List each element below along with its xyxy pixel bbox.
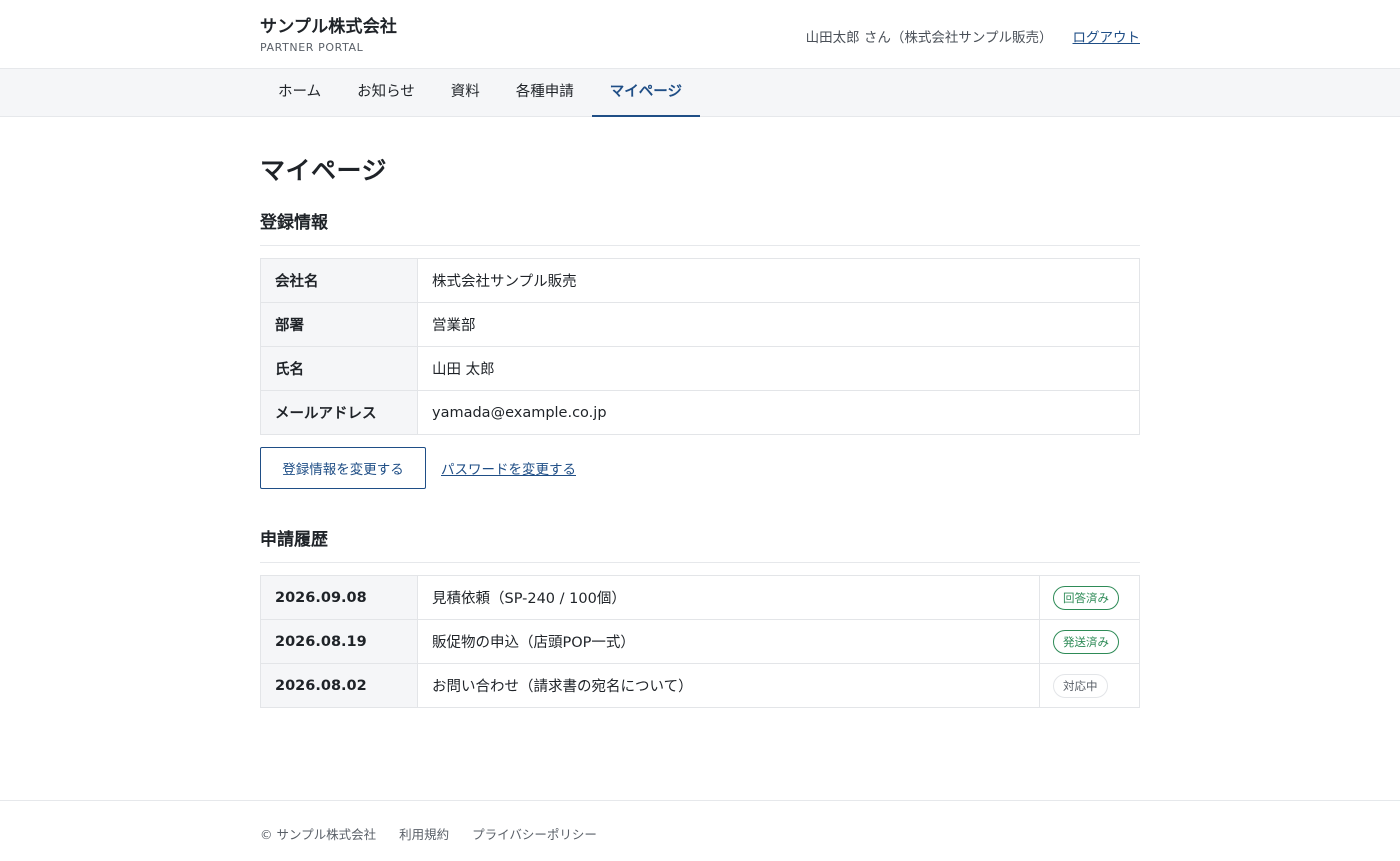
field-value-department: 営業部: [417, 302, 1140, 347]
history-title: 販促物の申込（店頭POP一式）: [417, 619, 1040, 664]
table-row: 会社名 株式会社サンプル販売: [260, 258, 1140, 303]
table-row[interactable]: 2026.08.19 販促物の申込（店頭POP一式） 発送済み: [260, 619, 1140, 664]
page-title: マイページ: [260, 156, 388, 185]
history-title: 見積依頼（SP-240 / 100個）: [417, 575, 1040, 620]
field-label-name: 氏名: [260, 346, 418, 391]
field-label-email: メールアドレス: [260, 390, 418, 435]
history-status-cell: 対応中: [1039, 663, 1140, 708]
table-row[interactable]: 2026.09.08 見積依頼（SP-240 / 100個） 回答済み: [260, 575, 1140, 620]
table-row: 部署 営業部: [260, 302, 1140, 347]
field-value-company: 株式会社サンプル販売: [417, 258, 1140, 303]
registration-section-title: 登録情報: [260, 212, 1140, 246]
registration-table: 会社名 株式会社サンプル販売 部署 営業部 氏名 山田 太郎 メールアドレス y…: [260, 258, 1140, 435]
edit-registration-button[interactable]: 登録情報を変更する: [260, 447, 426, 489]
status-badge: 発送済み: [1053, 629, 1119, 654]
terms-link[interactable]: 利用規約: [399, 824, 449, 843]
brand-name: サンプル株式会社: [260, 17, 398, 37]
table-row[interactable]: 2026.08.02 お問い合わせ（請求書の宛名について） 対応中: [260, 663, 1140, 708]
copyright: © サンプル株式会社: [260, 827, 377, 842]
brand[interactable]: サンプル株式会社 PARTNER PORTAL: [260, 0, 397, 54]
change-password-link[interactable]: パスワードを変更する: [441, 458, 576, 478]
field-value-name: 山田 太郎: [417, 346, 1140, 391]
nav-item-home[interactable]: ホーム: [260, 69, 339, 117]
field-label-department: 部署: [260, 302, 418, 347]
history-date: 2026.08.02: [260, 663, 418, 708]
logout-link[interactable]: ログアウト: [1073, 26, 1141, 46]
status-badge: 回答済み: [1053, 585, 1119, 610]
history-date: 2026.08.19: [260, 619, 418, 664]
main-content: マイページ 登録情報 会社名 株式会社サンプル販売 部署 営業部 氏名 山田 太…: [260, 155, 1140, 708]
history-status-cell: 回答済み: [1039, 575, 1140, 620]
field-value-email: yamada@example.co.jp: [417, 390, 1140, 435]
site-footer: © サンプル株式会社 利用規約 プライバシーポリシー: [0, 800, 1400, 861]
history-status-cell: 発送済み: [1039, 619, 1140, 664]
nav-item-mypage[interactable]: マイページ: [591, 69, 701, 117]
brand-subtitle: PARTNER PORTAL: [260, 41, 364, 54]
history-table: 2026.09.08 見積依頼（SP-240 / 100個） 回答済み 2026…: [260, 575, 1140, 708]
nav-item-news[interactable]: お知らせ: [339, 69, 433, 117]
nav-item-applications[interactable]: 各種申請: [498, 69, 592, 117]
field-label-company: 会社名: [260, 258, 418, 303]
history-title: お問い合わせ（請求書の宛名について）: [417, 663, 1040, 708]
status-badge: 対応中: [1053, 673, 1108, 698]
site-header: サンプル株式会社 PARTNER PORTAL 山田太郎 さん（株式会社サンプル…: [0, 0, 1400, 69]
user-name: 山田太郎 さん（株式会社サンプル販売）: [805, 30, 1053, 46]
nav-item-documents[interactable]: 資料: [433, 69, 498, 117]
global-nav: ホーム お知らせ 資料 各種申請 マイページ: [0, 69, 1400, 117]
privacy-link[interactable]: プライバシーポリシー: [472, 824, 597, 843]
history-section-title: 申請履歴: [260, 529, 1140, 563]
table-row: メールアドレス yamada@example.co.jp: [260, 390, 1140, 435]
history-section: 申請履歴 2026.09.08 見積依頼（SP-240 / 100個） 回答済み…: [260, 529, 1140, 708]
table-row: 氏名 山田 太郎: [260, 346, 1140, 391]
history-date: 2026.09.08: [260, 575, 418, 620]
registration-actions: 登録情報を変更する パスワードを変更する: [260, 447, 1140, 489]
user-area: 山田太郎 さん（株式会社サンプル販売） ログアウト: [806, 0, 1140, 46]
registration-section: 登録情報 会社名 株式会社サンプル販売 部署 営業部 氏名 山田 太郎 メールア…: [260, 212, 1140, 489]
